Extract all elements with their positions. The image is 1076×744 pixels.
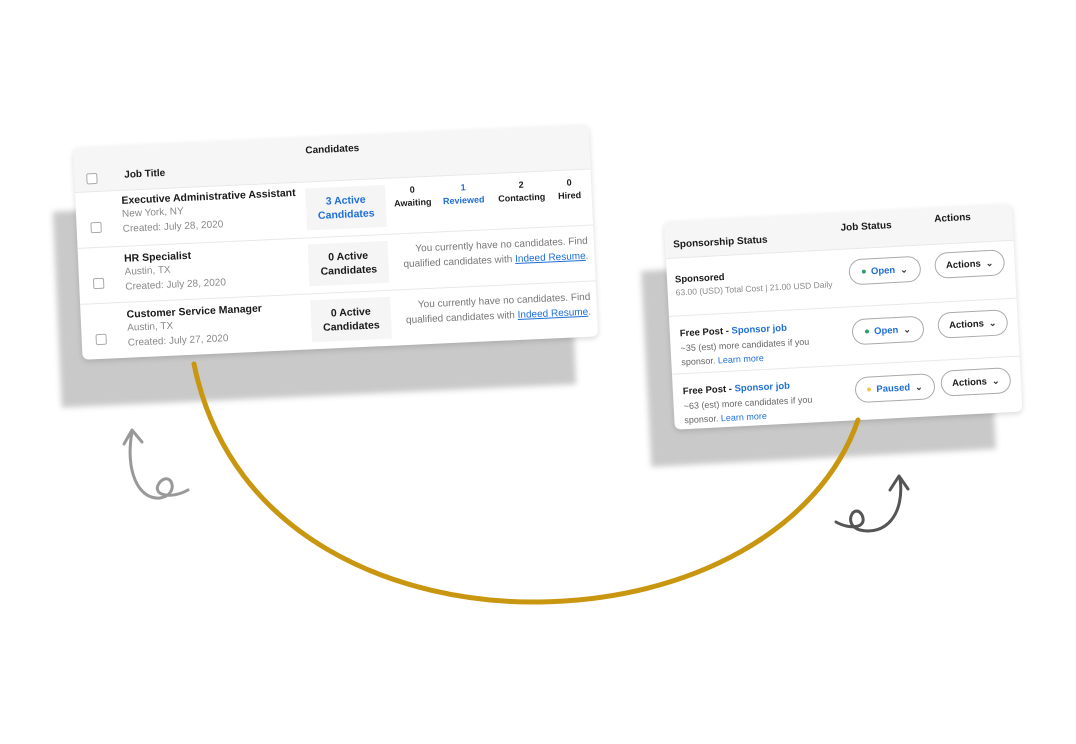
select-all-checkbox[interactable] bbox=[86, 172, 98, 185]
sponsorship-table-card: Sponsorship Status Job Status Actions Sp… bbox=[664, 203, 1023, 430]
active-candidates-link[interactable]: 3 Active Candidates bbox=[305, 184, 387, 231]
job-status-dropdown[interactable]: Open ⌄ bbox=[848, 255, 922, 286]
stage-label: Awaiting bbox=[393, 196, 432, 209]
stage-contacting[interactable]: 2 Contacting bbox=[491, 177, 552, 206]
indeed-resume-link[interactable]: Indeed Resume bbox=[517, 307, 588, 321]
stage-label: Reviewed bbox=[442, 194, 485, 207]
learn-more-link[interactable]: Learn more bbox=[718, 353, 764, 365]
active-candidates: 0 Active Candidates bbox=[307, 240, 390, 287]
sponsor-job-link[interactable]: Sponsor job bbox=[734, 381, 790, 395]
message-end: . bbox=[587, 306, 592, 318]
status-dot-icon bbox=[861, 269, 867, 274]
row-checkbox[interactable] bbox=[90, 221, 102, 234]
row-checkbox[interactable] bbox=[92, 277, 105, 290]
stage-label: Contacting bbox=[498, 191, 546, 204]
stage-label: Hired bbox=[557, 190, 582, 202]
stage-reviewed[interactable]: 1 Reviewed bbox=[435, 180, 492, 209]
status-label: Open bbox=[870, 264, 896, 277]
chevron-down-icon: ⌄ bbox=[988, 317, 997, 328]
header-sponsorship: Sponsorship Status bbox=[672, 234, 768, 251]
header-candidates: Candidates bbox=[305, 143, 360, 157]
chevron-down-icon: ⌄ bbox=[899, 263, 908, 275]
message-end: . bbox=[585, 250, 589, 262]
chevron-down-icon: ⌄ bbox=[991, 375, 1000, 386]
active-candidates: 0 Active Candidates bbox=[310, 296, 392, 343]
free-post-label: Free Post - bbox=[682, 383, 735, 398]
actions-dropdown[interactable]: Actions ⌄ bbox=[937, 309, 1009, 339]
job-created: Created: July 28, 2020 bbox=[125, 277, 227, 293]
actions-label: Actions bbox=[945, 257, 982, 271]
status-label: Open bbox=[873, 324, 899, 337]
chevron-down-icon: ⌄ bbox=[914, 381, 923, 392]
jobs-table-card: Job Title Candidates Executive Administr… bbox=[73, 124, 599, 360]
stage-awaiting[interactable]: 0 Awaiting bbox=[387, 183, 438, 211]
job-status-dropdown[interactable]: Open ⌄ bbox=[851, 315, 925, 346]
free-post-label: Free Post - bbox=[679, 325, 732, 340]
status-label: Paused bbox=[876, 381, 911, 395]
chevron-down-icon: ⌄ bbox=[903, 323, 912, 335]
indeed-resume-link[interactable]: Indeed Resume bbox=[515, 251, 586, 265]
actions-label: Actions bbox=[948, 317, 985, 331]
sponsor-job-link[interactable]: Sponsor job bbox=[731, 323, 787, 337]
header-job-title: Job Title bbox=[124, 167, 166, 181]
chevron-down-icon: ⌄ bbox=[985, 257, 994, 268]
no-candidates-message: You currently have no candidates. Find q… bbox=[393, 234, 589, 273]
status-dot-icon bbox=[864, 329, 870, 334]
actions-dropdown[interactable]: Actions ⌄ bbox=[940, 367, 1012, 397]
stage-hired[interactable]: 0 Hired bbox=[549, 176, 590, 204]
left-squiggle-arrow-icon bbox=[122, 428, 190, 500]
no-candidates-message: You currently have no candidates. Find q… bbox=[395, 290, 591, 329]
status-dot-icon bbox=[867, 387, 872, 392]
header-actions: Actions bbox=[933, 211, 972, 225]
right-squiggle-arrow-icon bbox=[834, 474, 910, 533]
learn-more-link[interactable]: Learn more bbox=[721, 411, 767, 423]
row-checkbox[interactable] bbox=[95, 333, 107, 346]
actions-label: Actions bbox=[951, 375, 988, 389]
actions-dropdown[interactable]: Actions ⌄ bbox=[933, 249, 1006, 279]
job-status-dropdown[interactable]: Paused ⌄ bbox=[854, 373, 936, 404]
header-job-status: Job Status bbox=[840, 220, 892, 234]
